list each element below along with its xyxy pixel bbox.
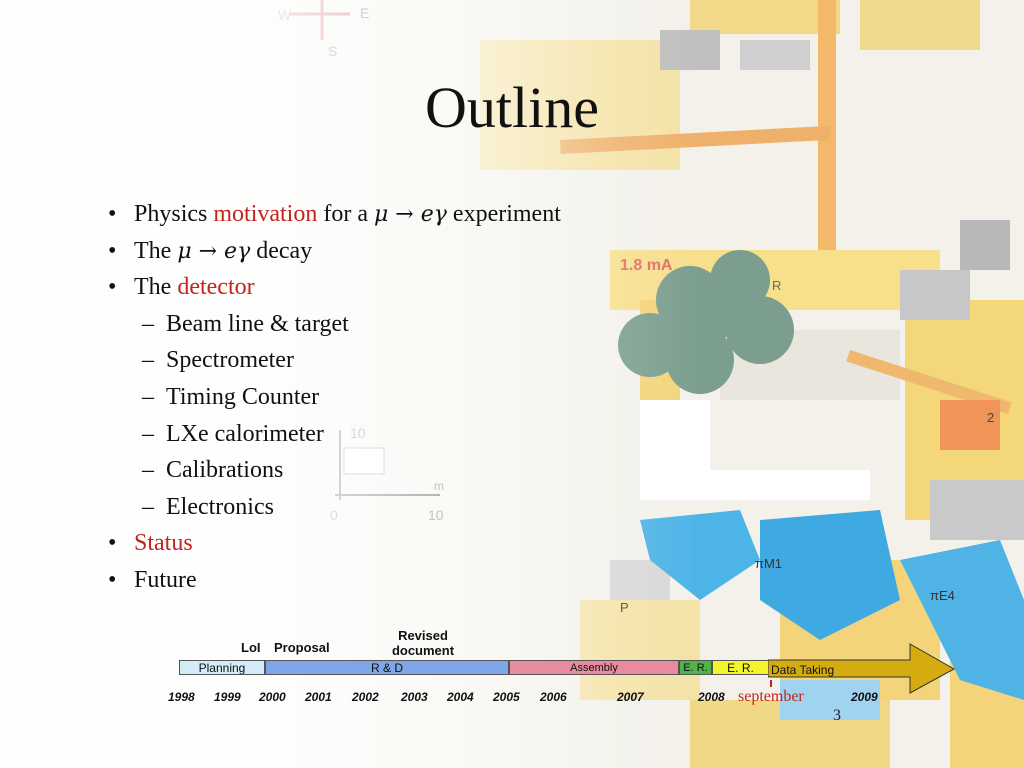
bullet-text: The [134,237,178,264]
milestone-revised-document: Revised document [391,628,455,658]
math-mu: μ [177,238,192,264]
bullet-text: The [134,274,178,301]
year-label: 2002 [352,690,379,704]
highlighted-text: detector [177,274,255,301]
bullet-text: Physics [134,201,214,227]
year-label: 1998 [168,690,195,704]
year-label: 2009 [851,690,878,704]
outline-bullet: The detector [104,269,561,306]
phase-data-taking: Data Taking [771,663,835,677]
bullet-text: for a [317,201,374,227]
math-mu: μ [374,202,389,227]
year-label: 2008 [698,690,725,704]
outline-bullet: Future [104,562,561,599]
outline-subbullet: Timing Counter [104,379,561,416]
outline-subbullet: Beam line & target [104,306,561,343]
outline-subbullet: Spectrometer [104,342,561,379]
september-label: september [738,688,804,705]
bullet-text: experiment [446,201,561,227]
outline-bullet: Physics motivation for a μ → eγ experime… [104,196,561,233]
highlighted-text: motivation [213,201,318,227]
milestone-proposal: Proposal [274,640,330,655]
phase-planning: Planning [179,660,265,675]
outline-bullet: Status [104,525,561,562]
slide: W E S 10 0 10 m 1.8 mA R 2 πM1 P πE4 Out… [0,0,1024,768]
math-mu-to-e-gamma: μ → eγ [374,202,447,227]
year-label: 2007 [617,690,644,704]
page-number: 3 [833,707,841,724]
year-label: 2001 [305,690,332,704]
bullet-text: Spectrometer [166,347,294,374]
math-gamma: γ [433,202,447,227]
outline-subbullet: Electronics [104,489,561,526]
year-label: 2004 [447,690,474,704]
math-arrow: → [388,202,421,227]
math-arrow: → [191,238,225,264]
year-label: 2000 [259,690,286,704]
year-label: 2006 [540,690,567,704]
math-e: e [420,202,434,227]
phase-assembly: Assembly [509,660,679,675]
bullet-text: Electronics [166,493,274,520]
bullet-text: Future [134,566,197,593]
highlighted-text: Status [134,530,193,557]
bullet-text: LXe calorimeter [166,420,324,447]
slide-title: Outline [425,75,599,140]
phase-engineering-run-1: E. R. [679,660,712,675]
math-gamma: γ [237,238,251,264]
bullet-text: Calibrations [166,457,284,484]
outline-list: Physics motivation for a μ → eγ experime… [104,196,561,599]
phase-engineering-run-2: E. R. [712,660,769,675]
outline-subbullet: Calibrations [104,452,561,489]
phase-r-and-d: R & D [265,660,509,675]
milestone-loi: LoI [241,640,261,655]
math-e: e [224,238,238,264]
outline-subbullet: LXe calorimeter [104,416,561,453]
year-label: 1999 [214,690,241,704]
outline-bullet: The μ → eγ decay [104,233,561,270]
year-label: 2003 [401,690,428,704]
bullet-text: decay [250,237,313,264]
bullet-text: Timing Counter [166,383,320,410]
year-label: 2005 [493,690,520,704]
math-mu-to-e-gamma: μ → eγ [177,239,250,264]
bullet-text: Beam line & target [166,310,349,337]
september-marker [770,680,772,687]
